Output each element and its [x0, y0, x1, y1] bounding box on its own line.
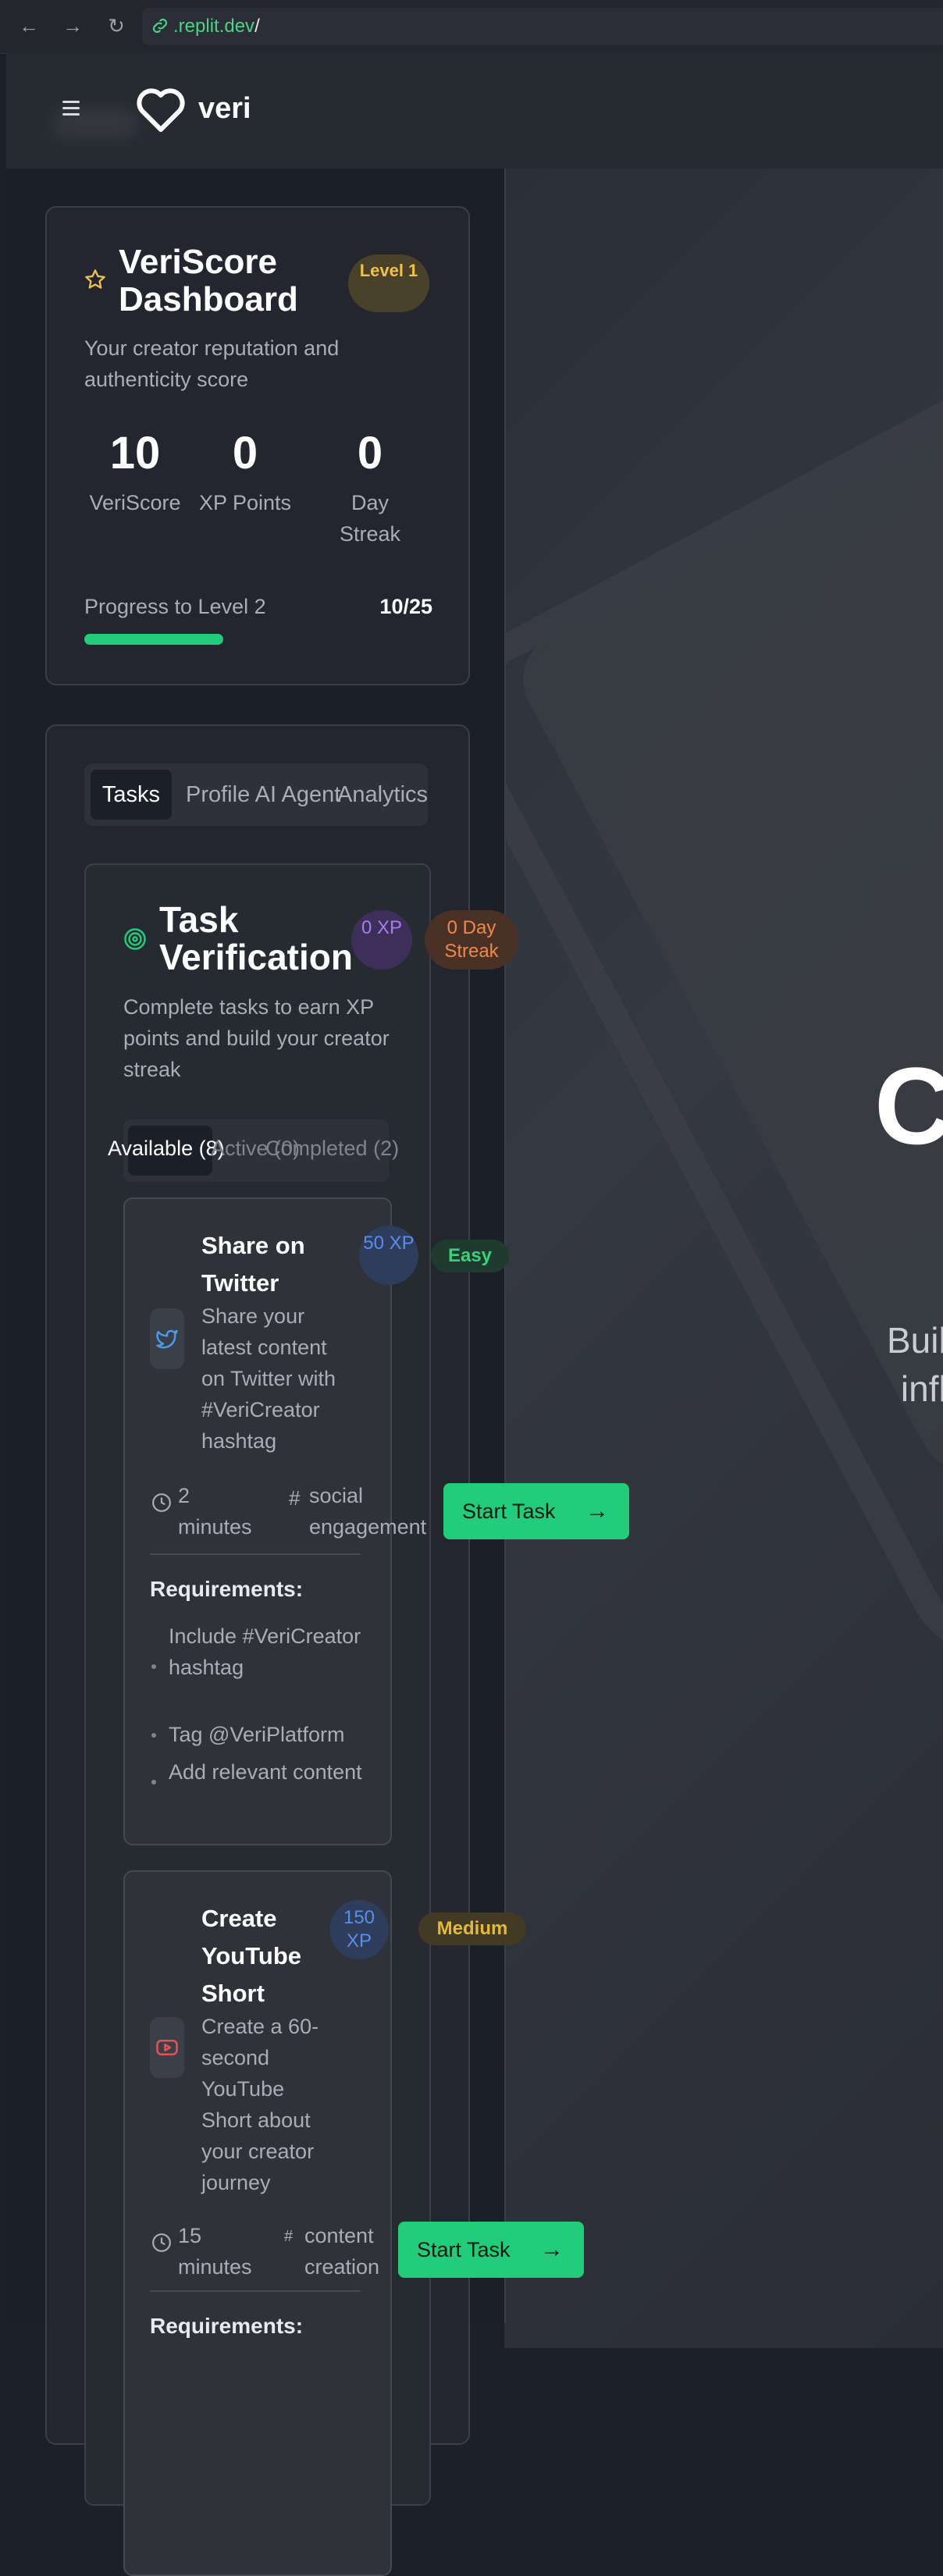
target-icon — [124, 928, 146, 950]
app-header: veri — [6, 53, 943, 169]
url-text: .replit.dev/ — [173, 16, 260, 37]
url-path: / — [254, 16, 260, 37]
progress-value: 10/25 — [379, 595, 432, 618]
tab-tasks[interactable]: Tasks — [91, 770, 172, 820]
clock-icon — [152, 2233, 171, 2252]
task-category: content creation — [304, 2224, 380, 2279]
button-label: Start Task — [417, 2238, 511, 2261]
bullet — [151, 1733, 156, 1738]
task-verification-card: Task Verification 0 XP 0 Day Streak Comp… — [84, 863, 629, 2576]
stat-value: 0 — [357, 428, 383, 479]
stat-veriscore: 10 VeriScore — [77, 426, 194, 518]
xp-badge: 0 XP — [351, 910, 412, 970]
progress-fill — [84, 634, 223, 645]
hero-subtext: Buil infl — [887, 1316, 943, 1413]
browser-toolbar: ← → ↻ .replit.dev/ — [0, 0, 943, 54]
progress-label: Progress to Level 2 — [84, 595, 266, 618]
task-category: social engagement — [309, 1484, 427, 1539]
difficulty-badge: Medium — [418, 1912, 526, 1945]
arrow-right-icon: → — [540, 2236, 564, 2262]
divider — [150, 2290, 361, 2292]
hero-panel: C Buil infl — [504, 169, 943, 2348]
tasks-panel: Tasks Profile AI Agent Analytics Task Ve… — [45, 724, 629, 2576]
back-icon[interactable]: ← — [17, 14, 41, 37]
task-description: Create a 60-second YouTube Short about y… — [201, 2015, 319, 2194]
arrow-right-icon: → — [585, 1498, 609, 1524]
stat-label: Day Streak — [339, 491, 401, 546]
task-description: Share your latest content on Twitter wit… — [201, 1304, 336, 1453]
tab-completed[interactable]: Completed (2) — [265, 1137, 399, 1161]
task-xp-badge: 150 XP — [329, 1900, 389, 1959]
veriscore-card: VeriScore Dashboard Level 1 Your creator… — [45, 206, 470, 685]
progress-bar — [84, 634, 431, 645]
stat-xp-points: 0 XP Points — [198, 426, 292, 518]
forward-icon[interactable]: → — [61, 14, 84, 37]
card-subtitle: Complete tasks to earn XP points and bui… — [123, 995, 390, 1081]
task-icon-box — [150, 1308, 184, 1369]
hero-subtext-line: Buil — [887, 1320, 943, 1361]
requirement-item: Tag @VeriPlatform — [169, 1723, 345, 1746]
reload-icon[interactable]: ↻ — [105, 14, 128, 37]
twitter-icon — [156, 1329, 178, 1349]
card-title: VeriScore Dashboard — [119, 243, 298, 318]
requirement-item: Include #VeriCreator hashtag — [169, 1624, 361, 1679]
stat-day-streak: 0 Day Streak — [323, 426, 417, 550]
link-icon — [152, 18, 168, 34]
start-task-button[interactable]: Start Task → — [398, 2222, 584, 2278]
streak-badge: 0 Day Streak — [425, 910, 518, 970]
task-card: Create YouTube Short 150 XP Medium Creat… — [123, 1870, 584, 2576]
url-domain: .replit.dev — [173, 16, 255, 37]
divider — [150, 1553, 361, 1555]
heart-logo-icon — [137, 88, 185, 132]
stat-value: 10 — [109, 428, 161, 479]
youtube-icon — [156, 2040, 178, 2055]
tab-available[interactable]: Available (8) — [108, 1137, 225, 1161]
bullet — [151, 1664, 156, 1669]
requirements-title: Requirements: — [150, 2314, 304, 2338]
level-badge: Level 1 — [348, 254, 429, 312]
task-duration: 2 minutes — [178, 1484, 252, 1539]
tab-analytics[interactable]: Analytics — [337, 763, 428, 826]
task-icon-box — [150, 2017, 184, 2078]
requirement-item: Add relevant content — [169, 1760, 362, 1784]
hero-subtext-line: infl — [900, 1368, 943, 1409]
requirements-title: Requirements: — [150, 1577, 304, 1601]
stat-value: 0 — [232, 428, 258, 479]
hash-icon: # — [284, 2228, 294, 2245]
sidebar: VeriScore Dashboard Level 1 Your creator… — [6, 169, 629, 2576]
address-bar[interactable]: .replit.dev/ — [142, 8, 943, 45]
card-title: Task Verification — [159, 899, 353, 977]
menu-icon[interactable] — [59, 97, 83, 120]
bullet — [151, 1780, 156, 1784]
hero-heading: C — [874, 1044, 943, 1167]
task-xp-badge: 50 XP — [359, 1226, 418, 1285]
logo-text[interactable]: veri — [198, 92, 251, 126]
task-title: Create YouTube Short — [201, 1905, 301, 2007]
hash-icon: # — [289, 1486, 301, 1510]
stat-label: VeriScore — [89, 491, 181, 514]
task-status-tabs: Available (8) Active (0) Completed (2) — [108, 1119, 399, 1182]
main-tabs: Tasks Profile AI Agent Analytics — [84, 763, 428, 826]
start-task-button[interactable]: Start Task → — [443, 1483, 629, 1539]
tab-profile-ai-agent[interactable]: Profile AI Agent — [186, 763, 340, 826]
task-title: Share on Twitter — [201, 1232, 305, 1297]
task-duration: 15 minutes — [178, 2224, 252, 2279]
button-label: Start Task — [462, 1500, 556, 1523]
difficulty-badge: Easy — [431, 1240, 509, 1272]
card-subtitle: Your creator reputation and authenticity… — [84, 336, 340, 391]
task-card: Share on Twitter 50 XP Easy Share your l… — [123, 1197, 629, 1845]
stat-label: XP Points — [198, 491, 292, 514]
clock-icon — [152, 1493, 171, 1512]
star-icon — [85, 269, 105, 289]
